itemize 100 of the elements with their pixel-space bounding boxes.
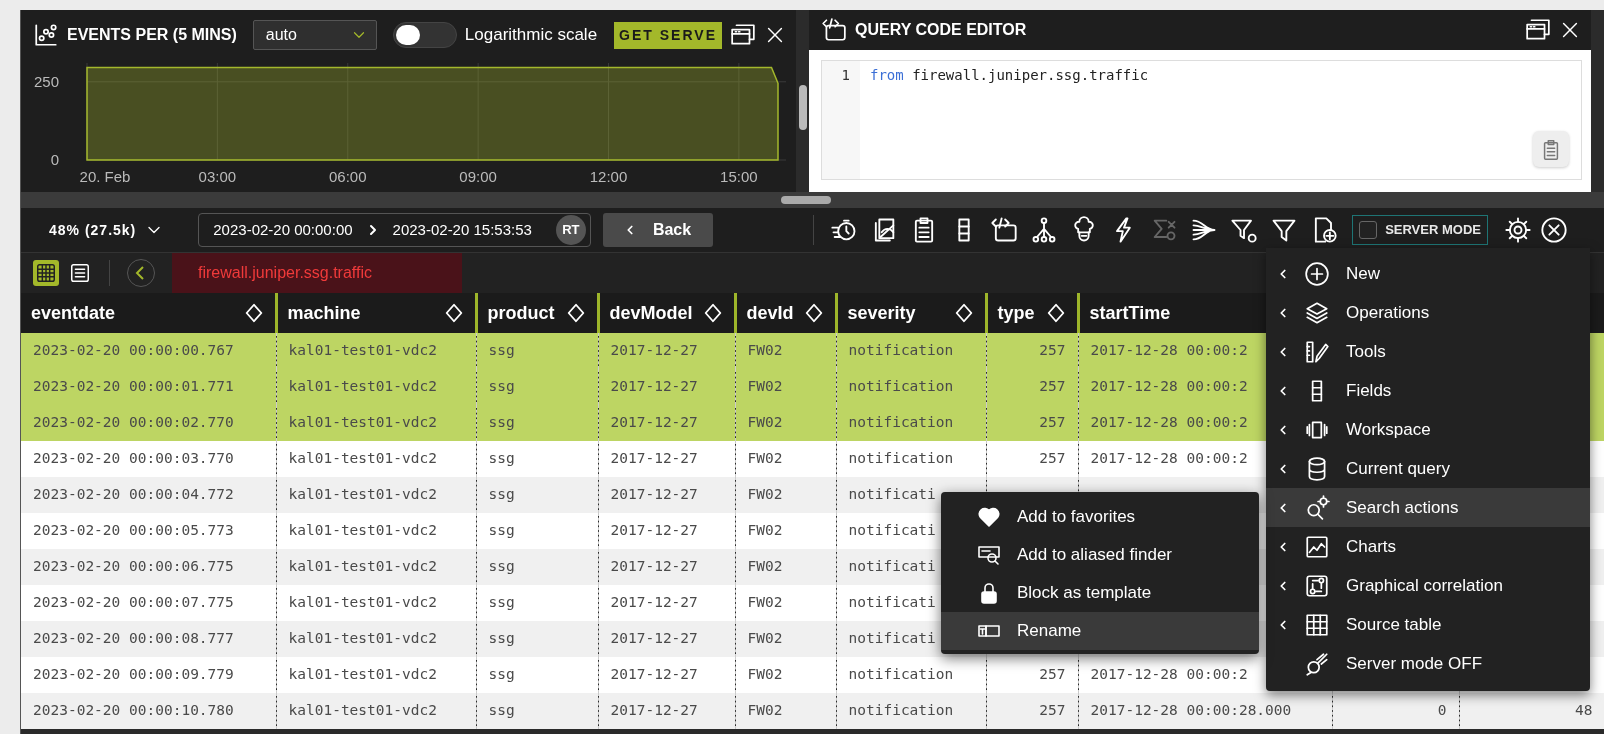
table-cell: ssg: [488, 342, 515, 359]
date-range-picker[interactable]: 2023-02-20 00:00:00 2023-02-20 15:53:53 RT: [198, 213, 591, 247]
menu-item[interactable]: Operations: [1266, 293, 1590, 332]
table-cell: 2023-02-20 00:00:10.780: [33, 702, 234, 719]
table-cell: ssg: [488, 558, 515, 575]
menu-label: New: [1346, 262, 1380, 285]
realtime-badge[interactable]: RT: [555, 215, 586, 245]
table-cell: 0: [1437, 702, 1447, 719]
table-cell: 2017-12-27: [610, 594, 698, 611]
table-cell: FW02: [747, 630, 783, 647]
table-cell: 2017-12-27: [610, 486, 698, 503]
axis-label: 09:00: [459, 168, 497, 185]
table-cell: FW02: [747, 342, 783, 359]
table-cell: 2023-02-20 00:00:02.770: [33, 414, 234, 431]
menu-item[interactable]: Search actions: [1266, 488, 1590, 527]
query-tab[interactable]: firewall.juniper.ssg.traffic: [172, 253, 462, 293]
menu-label: Tools: [1346, 340, 1386, 363]
table-cell: notification: [848, 450, 954, 467]
table-cell: 2017-12-27: [610, 522, 698, 539]
table-cell: 2023-02-20 00:00:03.770: [33, 450, 234, 467]
table-cell: kal01-test01-vdc2: [288, 378, 437, 395]
table-cell: notificati: [848, 594, 936, 611]
table-cell: FW02: [747, 450, 783, 467]
table-cell: kal01-test01-vdc2: [288, 414, 437, 431]
menu-label: Block as template: [1017, 582, 1152, 605]
table-cell: 257: [1039, 702, 1066, 719]
menu-item[interactable]: New: [1266, 254, 1590, 293]
panel-title: EVENTS PER (5 MINS): [67, 25, 237, 45]
table-cell: 2017-12-27: [610, 414, 698, 431]
table-cell: 2023-02-20 00:00:01.771: [33, 378, 234, 395]
back-button[interactable]: Back: [602, 213, 714, 247]
table-cell: kal01-test01-vdc2: [288, 558, 437, 575]
table-cell: 2017-12-28 00:00:2: [1090, 450, 1248, 467]
table-cell: ssg: [488, 666, 515, 683]
table-cell: 257: [1039, 450, 1066, 467]
table-cell: FW02: [747, 666, 783, 683]
context-menu-item[interactable]: Rename: [941, 612, 1259, 650]
table-cell: 2017-12-27: [610, 450, 698, 467]
table-cell: 2023-02-20 00:00:08.777: [33, 630, 234, 647]
table-cell: FW02: [747, 558, 783, 575]
table-cell: 2017-12-28 00:00:2: [1090, 666, 1248, 683]
table-cell: notificati: [848, 630, 936, 647]
table-cell: ssg: [488, 414, 515, 431]
axis-label: 250: [33, 72, 59, 90]
table-cell: kal01-test01-vdc2: [288, 450, 437, 467]
table-cell: 2023-02-20 00:00:07.775: [33, 594, 234, 611]
table-cell: ssg: [488, 486, 515, 503]
axis-label: 06:00: [329, 168, 367, 185]
table-cell: 257: [1039, 414, 1066, 431]
table-cell: kal01-test01-vdc2: [288, 522, 437, 539]
table-cell: 2023-02-20 00:00:05.773: [33, 522, 234, 539]
table-cell: 2023-02-20 00:00:06.775: [33, 558, 234, 575]
table-cell: 2023-02-20 00:00:00.767: [33, 342, 234, 359]
table-cell: kal01-test01-vdc2: [288, 630, 437, 647]
axis-label: 03:00: [198, 168, 237, 185]
table-cell: ssg: [488, 594, 515, 611]
menu-label: Current query: [1346, 457, 1450, 480]
table-cell: 2023-02-20 00:00:09.779: [33, 666, 234, 683]
line-number: 1: [840, 66, 850, 85]
table-cell: ssg: [488, 450, 515, 467]
table-cell: 2023-02-20 00:00:04.772: [33, 486, 234, 503]
table-cell: kal01-test01-vdc2: [288, 666, 437, 683]
panel-title: QUERY CODE EDITOR: [855, 20, 1027, 40]
table-cell: FW02: [747, 702, 783, 719]
table-cell: FW02: [747, 486, 783, 503]
table-cell: notification: [848, 342, 954, 359]
table-cell: notification: [848, 666, 954, 683]
table-cell: kal01-test01-vdc2: [288, 594, 437, 611]
menu-item[interactable]: Tools: [1266, 332, 1590, 371]
menu-label: Fields: [1346, 379, 1392, 402]
table-cell: kal01-test01-vdc2: [288, 486, 437, 503]
table-cell: ssg: [488, 630, 515, 647]
table-cell: FW02: [747, 594, 783, 611]
interval-select[interactable]: auto: [252, 20, 377, 50]
sample-dropdown[interactable]: 48% (27.5k): [49, 219, 165, 241]
table-cell: ssg: [488, 378, 515, 395]
table-row[interactable]: 2023-02-20 00:00:10.780 kal01-test01-vdc2 ssg 2017-12-27 FW02 notification 257 2017-12-28 00:00:28.000 0 48: [21, 693, 1604, 729]
range-end: 2023-02-20 15:53:53: [392, 219, 532, 240]
server-mode-control[interactable]: SERVER MODE: [1352, 215, 1488, 245]
server-mode-label: SERVER MODE: [1385, 221, 1481, 240]
table-cell: kal01-test01-vdc2: [288, 342, 437, 359]
axis-label: 15:00: [720, 168, 758, 185]
table-cell: 257: [1039, 666, 1066, 683]
table-cell: notification: [848, 414, 954, 431]
table-cell: notification: [848, 378, 954, 395]
table-cell: 2017-12-27: [610, 342, 698, 359]
code-line: from firewall.juniper.ssg.traffic: [869, 66, 1150, 85]
table-cell: 2017-12-27: [610, 666, 698, 683]
table-cell: kal01-test01-vdc2: [288, 702, 437, 719]
table-cell: notificati: [848, 558, 936, 575]
axis-label: 20. Feb: [79, 168, 131, 185]
table-cell: notificati: [848, 522, 936, 539]
table-cell: 48: [1575, 702, 1593, 719]
table-cell: FW02: [747, 378, 783, 395]
get-server-button[interactable]: GET SERVE: [614, 21, 722, 49]
axis-label: 12:00: [589, 168, 628, 185]
table-cell: 2017-12-27: [610, 378, 698, 395]
menu-label: Rename: [1017, 620, 1082, 643]
table-cell: notification: [848, 702, 954, 719]
table-cell: 2017-12-28 00:00:2: [1090, 378, 1248, 395]
